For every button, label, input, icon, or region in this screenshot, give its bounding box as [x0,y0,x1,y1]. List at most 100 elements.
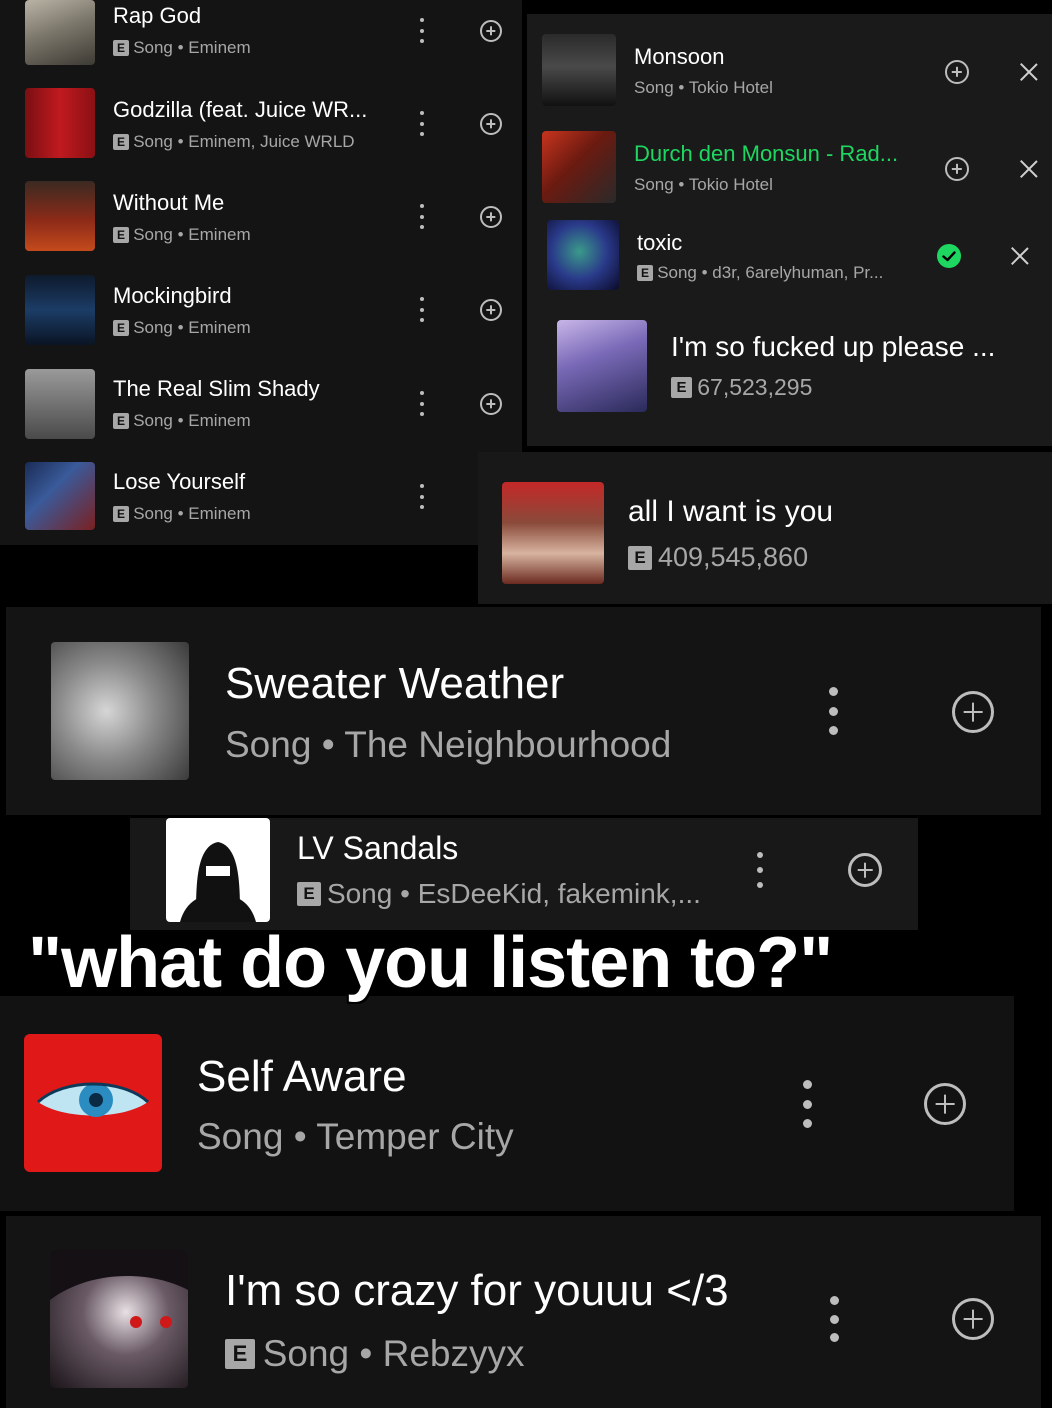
play-count: E 67,523,295 [671,374,812,401]
song-meta: Song • Tokio Hotel [634,78,773,97]
more-options-icon[interactable] [829,1296,839,1342]
add-to-playlist-icon[interactable] [480,20,502,42]
checkmark-icon [942,251,956,262]
more-options-icon[interactable] [418,18,426,43]
crazy-for-you-row[interactable]: I'm so crazy for youuu </3 E Song • Rebzy… [6,1216,1041,1408]
popular-track-2[interactable]: all I want is you E 409,545,860 [478,452,1052,604]
song-title: I'm so crazy for youuu </3 [225,1266,729,1315]
list-item[interactable]: The Real Slim Shady E Song • Eminem [0,369,522,462]
song-meta: E Song • Eminem [113,411,251,431]
list-item[interactable]: Mockingbird E Song • Eminem [0,275,522,368]
song-meta: Song • The Neighbourhood [225,724,672,765]
song-title: LV Sandals [297,830,459,866]
list-item[interactable]: Rap God E Song • Eminem [0,0,522,93]
explicit-badge: E [113,506,129,522]
list-item[interactable]: toxic E Song • d3r, 6arelyhuman, Pr... [527,220,1052,310]
more-options-icon[interactable] [828,687,838,735]
list-item[interactable]: Godzilla (feat. Juice WR... E Song • Emin… [0,88,522,181]
album-art-mockingbird [25,275,95,345]
album-art-rap-god [25,0,95,65]
song-title: toxic [637,230,683,255]
explicit-badge: E [113,40,129,56]
album-art-sweater-weather [51,642,189,780]
more-options-icon[interactable] [418,111,426,136]
more-options-icon[interactable] [418,391,426,416]
explicit-badge: E [113,320,129,336]
song-meta: E Song • Eminem [113,38,251,58]
album-art-toxic [547,220,619,290]
add-to-playlist-icon[interactable] [480,393,502,415]
more-options-icon[interactable] [418,484,426,509]
hooded-figure-icon [180,842,256,922]
explicit-badge: E [113,227,129,243]
lv-sandals-row[interactable]: LV Sandals E Song • EsDeeKid, fakemink,..… [130,818,918,930]
list-item[interactable]: Monsoon Song • Tokio Hotel [527,34,1052,124]
eye-icon [36,1082,150,1117]
song-title: Sweater Weather [225,659,565,708]
song-title: Monsoon [634,44,725,69]
song-meta: E Song • Eminem [113,504,251,524]
song-meta: E Song • Rebzyyx [225,1333,525,1375]
album-art-without-me [25,181,95,251]
song-title: Lose Yourself [113,469,246,494]
song-meta: E Song • Eminem, Juice WRLD [113,132,355,152]
more-options-icon[interactable] [802,1080,812,1128]
album-art-im-so-fucked-up [557,320,647,412]
explicit-badge: E [637,265,653,281]
explicit-badge: E [113,134,129,150]
popular-track-1[interactable]: I'm so fucked up please ... E 67,523,295 [527,306,1052,446]
eminem-song-list: Rap God E Song • Eminem Godzilla (feat. J… [0,0,522,545]
song-meta: Song • Tokio Hotel [634,175,773,194]
add-to-playlist-icon[interactable] [945,60,969,84]
album-art-monsoon [542,34,616,106]
album-art-self-aware [24,1034,162,1172]
explicit-badge: E [628,545,652,570]
anime-face-icon [50,1250,188,1328]
list-item[interactable]: Without Me E Song • Eminem [0,181,522,274]
song-title: Mockingbird [113,283,232,308]
add-to-playlist-icon[interactable] [480,206,502,228]
song-meta: E Song • d3r, 6arelyhuman, Pr... [637,263,883,283]
song-meta: E Song • Eminem [113,225,251,245]
remove-icon[interactable] [1020,160,1038,178]
history-list: Monsoon Song • Tokio Hotel Durch den Mon… [527,14,1052,314]
album-art-lv-sandals [166,818,270,922]
add-to-playlist-icon[interactable] [952,691,994,733]
more-options-icon[interactable] [418,204,426,229]
play-count: E 409,545,860 [628,542,808,573]
album-art-crazy-for-you [50,1250,188,1388]
song-title: The Real Slim Shady [113,376,320,401]
album-art-durch-den-monsun [542,131,616,203]
song-title: all I want is you [628,495,834,528]
add-to-playlist-icon[interactable] [945,157,969,181]
song-title: Self Aware [197,1052,407,1101]
album-art-lose-yourself [25,462,95,530]
add-to-playlist-icon[interactable] [480,299,502,321]
album-art-godzilla [25,88,95,158]
remove-icon[interactable] [1011,247,1029,265]
song-meta: E Song • EsDeeKid, fakemink,... [297,878,701,910]
more-options-icon[interactable] [418,297,426,322]
explicit-badge: E [671,377,692,398]
list-item[interactable]: Durch den Monsun - Rad... Song • Tokio H… [527,131,1052,221]
song-title: Without Me [113,190,225,215]
more-options-icon[interactable] [756,852,764,888]
add-to-playlist-icon[interactable] [480,113,502,135]
list-item[interactable]: Lose Yourself E Song • Eminem [0,462,522,545]
album-art-real-slim-shady [25,369,95,439]
song-meta: E Song • Eminem [113,318,251,338]
song-title: I'm so fucked up please ... [671,331,996,362]
added-check-icon[interactable] [937,244,961,268]
self-aware-row[interactable]: Self Aware Song • Temper City [0,996,1014,1211]
album-art-all-i-want-is-you [502,482,604,584]
overlay-caption: "what do you listen to?" [28,923,833,1003]
explicit-badge: E [225,1339,255,1369]
add-to-playlist-icon[interactable] [952,1298,994,1340]
remove-icon[interactable] [1020,63,1038,81]
explicit-badge: E [113,413,129,429]
add-to-playlist-icon[interactable] [924,1083,966,1125]
explicit-badge: E [297,882,321,906]
song-meta: Song • Temper City [197,1116,514,1157]
sweater-weather-row[interactable]: Sweater Weather Song • The Neighbourhood [6,607,1041,815]
add-to-playlist-icon[interactable] [848,853,882,887]
